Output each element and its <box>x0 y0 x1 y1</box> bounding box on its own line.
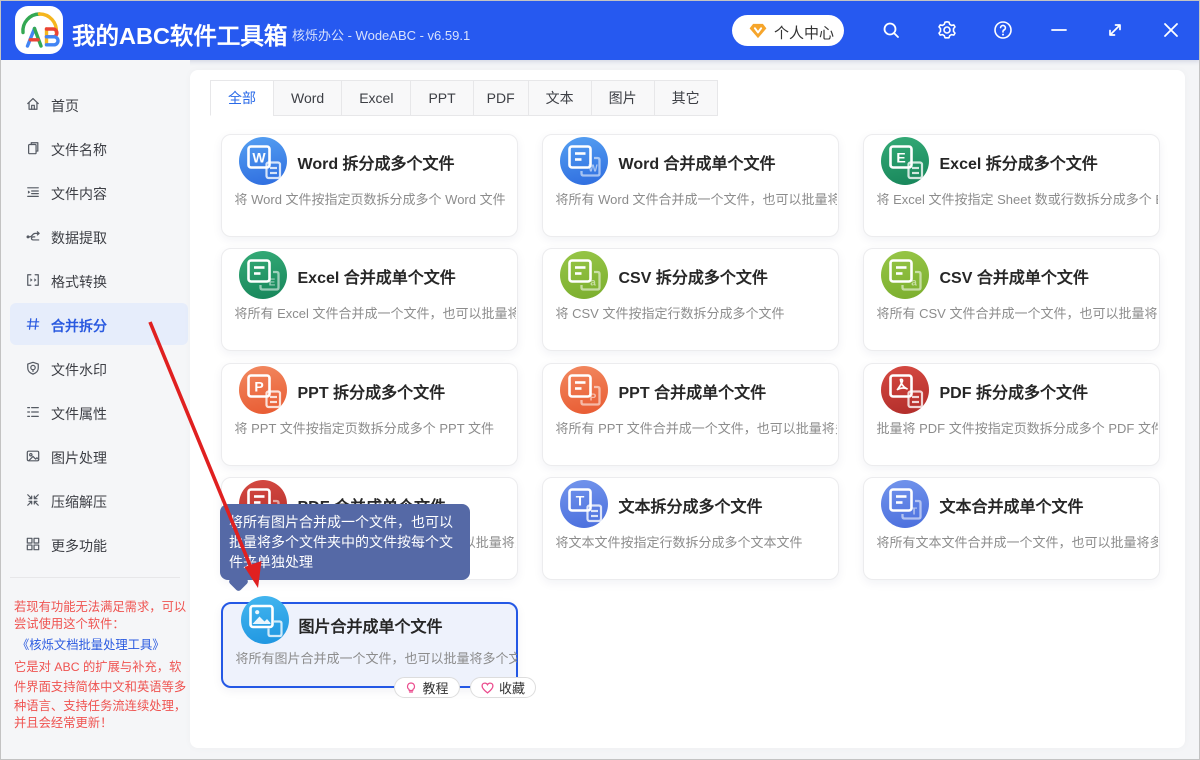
svg-text:E: E <box>896 150 905 166</box>
svg-text:T: T <box>575 492 584 508</box>
svg-text:W: W <box>252 150 266 166</box>
svg-text:P: P <box>254 378 263 394</box>
